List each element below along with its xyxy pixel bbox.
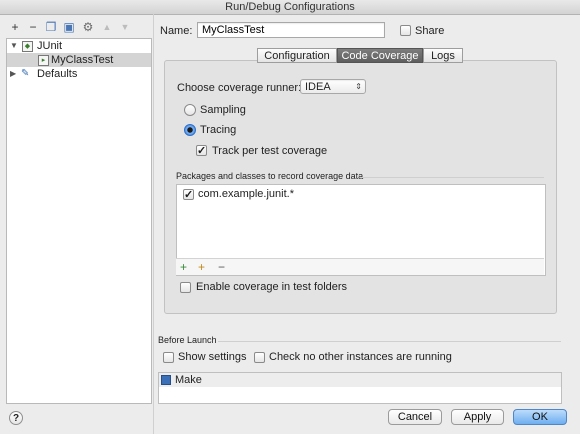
task-row-make[interactable]: Make (159, 373, 561, 387)
divider (360, 177, 544, 178)
wrench-icon: ✎ (21, 68, 30, 79)
tab-logs[interactable]: Logs (423, 48, 463, 63)
share-label: Share (415, 25, 445, 37)
collapse-arrow-icon[interactable]: ▶ (10, 67, 16, 81)
move-up-icon[interactable]: ▲ (100, 20, 114, 34)
track-per-test-label: Track per test coverage (212, 145, 328, 157)
remove-pattern-icon[interactable]: − (218, 260, 225, 274)
edit-defaults-icon[interactable]: ⚙ (81, 20, 95, 34)
save-configuration-icon[interactable]: ▣ (62, 20, 76, 34)
copy-configuration-icon[interactable]: ❐ (44, 20, 58, 34)
splitter[interactable] (153, 14, 154, 434)
remove-configuration-icon[interactable]: − (26, 20, 40, 34)
tab-configuration[interactable]: Configuration (257, 48, 337, 63)
share-checkbox[interactable] (400, 25, 411, 36)
show-settings-checkbox[interactable] (163, 352, 174, 363)
window-title: Run/Debug Configurations (225, 1, 355, 13)
name-input[interactable] (197, 22, 385, 38)
tree-item-defaults[interactable]: ▶ ✎ Defaults (7, 67, 151, 81)
single-instance-checkbox[interactable] (254, 352, 265, 363)
add-class-icon[interactable]: + (180, 260, 187, 274)
package-checkbox[interactable]: ✓ (183, 189, 194, 201)
test-folders-checkbox[interactable] (180, 282, 191, 293)
tree-item-label: Defaults (37, 68, 78, 80)
coverage-runner-value: IDEA (305, 81, 331, 93)
show-settings-label: Show settings (178, 351, 247, 363)
make-icon (161, 375, 171, 385)
coverage-runner-select[interactable]: IDEA ⇕ (300, 79, 366, 94)
tree-item-myclasstest[interactable]: ▸ MyClassTest (7, 53, 151, 67)
test-folders-label: Enable coverage in test folders (196, 281, 348, 293)
task-label: Make (175, 374, 202, 386)
ok-button[interactable]: OK (513, 409, 567, 425)
tracing-label: Tracing (200, 124, 237, 136)
cancel-button[interactable]: Cancel (388, 409, 442, 425)
chevron-updown-icon: ⇕ (355, 82, 362, 91)
configuration-tree[interactable]: ▼ ◆ JUnit ▸ MyClassTest ▶ ✎ Defaults (6, 38, 152, 404)
help-button[interactable]: ? (9, 411, 23, 425)
tree-item-label: JUnit (37, 40, 63, 52)
packages-label: Packages and classes to record coverage … (176, 171, 364, 181)
sampling-label: Sampling (200, 104, 246, 116)
tracing-radio[interactable] (184, 124, 196, 136)
track-per-test-checkbox[interactable]: ✓ (196, 145, 207, 157)
name-label: Name: (160, 25, 193, 37)
expand-arrow-icon[interactable]: ▼ (10, 39, 18, 53)
package-pattern: com.example.junit.* (198, 188, 294, 200)
test-config-icon: ▸ (38, 55, 49, 66)
add-package-icon[interactable]: + (198, 260, 205, 274)
before-launch-label: Before Launch (158, 335, 217, 345)
junit-icon: ◆ (22, 41, 33, 52)
tree-item-label: MyClassTest (51, 54, 114, 66)
divider (218, 341, 561, 342)
move-down-icon[interactable]: ▼ (118, 20, 132, 34)
coverage-runner-label: Choose coverage runner: (177, 82, 302, 94)
sampling-radio[interactable] (184, 104, 196, 116)
tab-code-coverage[interactable]: Code Coverage (337, 48, 423, 63)
single-instance-label: Check no other instances are running (269, 351, 452, 363)
apply-button[interactable]: Apply (451, 409, 504, 425)
packages-toolbar: + + − (176, 258, 544, 275)
tree-item-junit[interactable]: ▼ ◆ JUnit (7, 39, 151, 53)
add-configuration-icon[interactable]: + (8, 20, 22, 34)
title-bar: Run/Debug Configurations (0, 0, 580, 15)
before-launch-tasks[interactable]: Make (158, 372, 562, 404)
